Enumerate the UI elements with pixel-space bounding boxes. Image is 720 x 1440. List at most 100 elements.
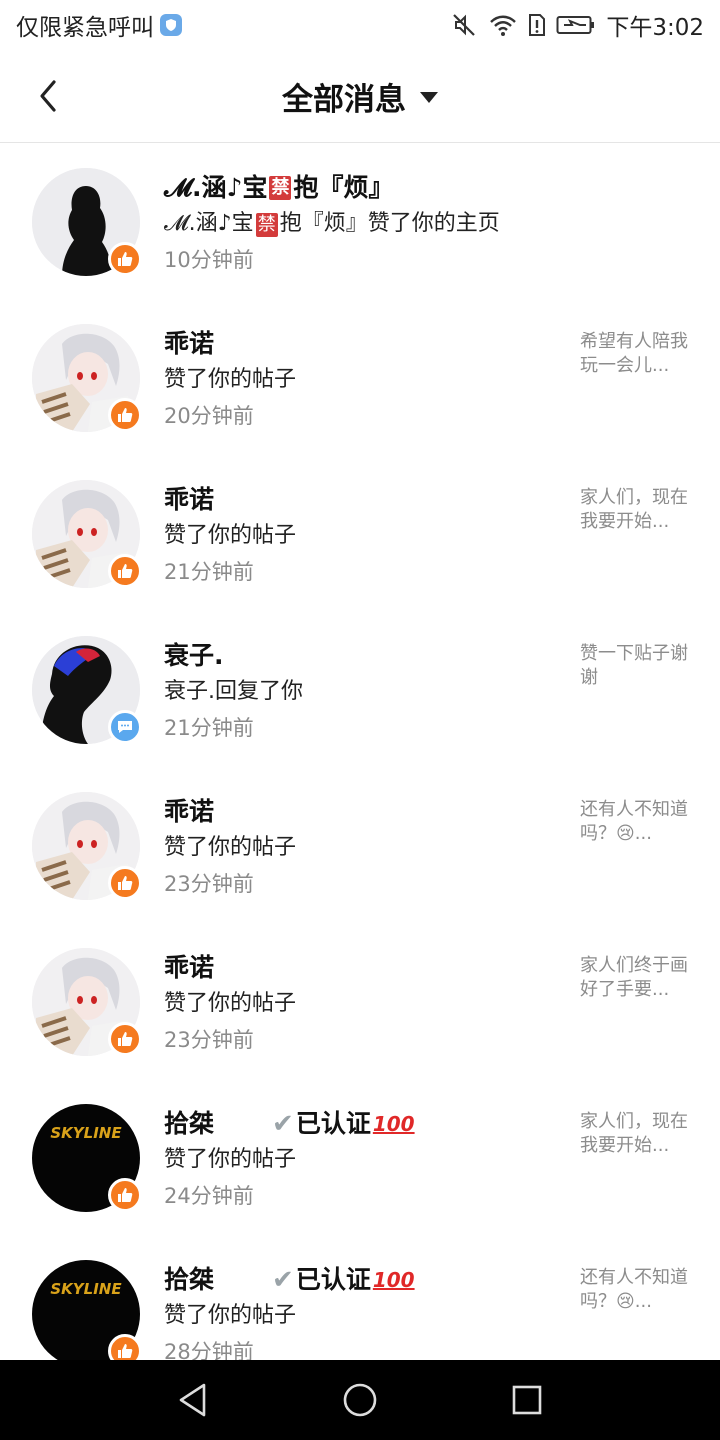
message-item[interactable]: 乖诺 赞了你的帖子 21分钟前 家人们，现在我要开始... — [0, 456, 720, 612]
nav-recents-button[interactable] — [497, 1370, 557, 1430]
hundred-points-icon: 100 — [372, 1268, 415, 1292]
like-badge — [108, 554, 142, 588]
nav-home-button[interactable] — [330, 1370, 390, 1430]
like-icon — [118, 252, 133, 266]
message-item[interactable]: 衰子. 衰子.回复了你 21分钟前 赞一下贴子谢谢 — [0, 612, 720, 768]
svg-text:SKYLINE: SKYLINE — [50, 1280, 122, 1298]
message-time: 21分钟前 — [164, 716, 254, 740]
page-title: 全部消息 — [282, 81, 406, 118]
like-badge — [108, 1178, 142, 1212]
message-time: 23分钟前 — [164, 1028, 254, 1052]
message-filter-dropdown[interactable]: 全部消息 — [0, 76, 720, 118]
sender-name[interactable]: 拾桀 ✔ 已认证 100 — [164, 1262, 564, 1298]
message-action: 赞了你的帖子 — [164, 367, 297, 392]
sender-name[interactable]: 𝓜.涵♪宝禁抱『烦』 — [164, 170, 564, 206]
navigation-bar — [0, 1360, 720, 1440]
avatar[interactable] — [32, 480, 142, 588]
post-preview[interactable]: 还有人不知道吗？😢... — [580, 1266, 690, 1314]
sender-name[interactable]: 乖诺 — [164, 326, 564, 362]
message-list[interactable]: 𝓜.涵♪宝禁抱『烦』 𝓜.涵♪宝禁抱『烦』赞了你的主页 10分钟前 乖诺 赞了你… — [0, 144, 720, 1360]
emergency-only-text: 仅限紧急呼叫 — [16, 15, 154, 41]
message-item[interactable]: 𝓜.涵♪宝禁抱『烦』 𝓜.涵♪宝禁抱『烦』赞了你的主页 10分钟前 — [0, 144, 720, 300]
shield-icon — [160, 14, 182, 36]
recents-square-icon — [512, 1385, 541, 1415]
like-badge — [108, 866, 142, 900]
status-left: 仅限紧急呼叫 — [16, 8, 182, 42]
post-preview[interactable]: 还有人不知道吗？😢... — [580, 798, 690, 846]
avatar[interactable] — [32, 168, 142, 276]
message-text: 乖诺 赞了你的帖子 23分钟前 — [164, 950, 564, 1058]
message-text: 𝓜.涵♪宝禁抱『烦』 𝓜.涵♪宝禁抱『烦』赞了你的主页 10分钟前 — [164, 170, 564, 278]
like-icon — [118, 408, 133, 422]
like-badge — [108, 242, 142, 276]
message-item[interactable]: SKYLINE 拾桀 ✔ 已认证 100 赞了你的帖子 24分钟前 家人们，现在 — [0, 1080, 720, 1236]
sender-name[interactable]: 拾桀 ✔ 已认证 100 — [164, 1106, 564, 1142]
message-time: 21分钟前 — [164, 560, 254, 584]
battery-charging-icon — [556, 16, 595, 34]
caret-down-icon — [420, 91, 438, 103]
mute-icon — [453, 14, 476, 36]
message-item[interactable]: 乖诺 赞了你的帖子 23分钟前 还有人不知道吗？😢... — [0, 768, 720, 924]
message-time: 10分钟前 — [164, 248, 254, 272]
back-triangle-icon — [180, 1383, 206, 1417]
message-time: 23分钟前 — [164, 872, 254, 896]
message-time: 28分钟前 — [164, 1340, 254, 1360]
check-icon: ✔ — [272, 1265, 294, 1295]
clock: 下午3:02 — [606, 15, 704, 41]
post-preview[interactable]: 希望有人陪我玩一会儿... — [580, 330, 690, 378]
svg-text:SKYLINE: SKYLINE — [50, 1124, 122, 1142]
avatar[interactable] — [32, 792, 142, 900]
wifi-icon — [490, 15, 517, 36]
like-icon — [118, 564, 133, 578]
message-text: 衰子. 衰子.回复了你 21分钟前 — [164, 638, 564, 746]
avatar[interactable] — [32, 324, 142, 432]
ban-emoji: 禁 — [255, 213, 278, 237]
sim-alert-icon — [529, 14, 546, 36]
comment-badge — [108, 710, 142, 744]
like-icon — [118, 1032, 133, 1046]
like-badge — [108, 1022, 142, 1056]
ban-emoji: 禁 — [269, 176, 292, 200]
nav-back-button[interactable] — [163, 1370, 223, 1430]
message-action: 衰子.回复了你 — [164, 679, 303, 704]
message-action: 赞了你的帖子 — [164, 1303, 297, 1328]
sender-name[interactable]: 乖诺 — [164, 482, 564, 518]
avatar[interactable] — [32, 636, 142, 744]
hundred-points-icon: 100 — [372, 1112, 415, 1136]
message-item[interactable]: SKYLINE 拾桀 ✔ 已认证 100 赞了你的帖子 28分钟前 还有人不知道 — [0, 1236, 720, 1360]
avatar[interactable]: SKYLINE — [32, 1260, 142, 1360]
like-badge — [108, 1334, 142, 1360]
post-preview[interactable]: 家人们，现在我要开始... — [580, 486, 690, 534]
message-text: 拾桀 ✔ 已认证 100 赞了你的帖子 24分钟前 — [164, 1106, 564, 1214]
message-action: 赞了你的帖子 — [164, 523, 297, 548]
post-preview[interactable]: 家人们终于画好了手要... — [580, 954, 690, 1002]
avatar[interactable] — [32, 948, 142, 1056]
check-icon: ✔ — [272, 1109, 294, 1139]
message-action: 赞了你的帖子 — [164, 1147, 297, 1172]
verified-badge: ✔ 已认证 100 — [272, 1106, 415, 1142]
sender-name[interactable]: 乖诺 — [164, 794, 564, 830]
like-icon — [118, 876, 133, 890]
message-action: 赞了你的帖子 — [164, 835, 297, 860]
message-text: 乖诺 赞了你的帖子 21分钟前 — [164, 482, 564, 590]
comment-icon — [118, 721, 132, 733]
sender-name[interactable]: 衰子. — [164, 638, 564, 674]
like-badge — [108, 398, 142, 432]
message-item[interactable]: 乖诺 赞了你的帖子 23分钟前 家人们终于画好了手要... — [0, 924, 720, 1080]
post-preview[interactable]: 家人们，现在我要开始... — [580, 1110, 690, 1158]
status-bar: 仅限紧急呼叫 下午3:02 — [0, 0, 720, 50]
post-preview[interactable]: 赞一下贴子谢谢 — [580, 642, 690, 690]
like-icon — [118, 1188, 133, 1202]
like-icon — [118, 1344, 133, 1358]
verified-badge: ✔ 已认证 100 — [272, 1262, 415, 1298]
sender-name[interactable]: 乖诺 — [164, 950, 564, 986]
home-circle-icon — [343, 1383, 377, 1417]
message-item[interactable]: 乖诺 赞了你的帖子 20分钟前 希望有人陪我玩一会儿... — [0, 300, 720, 456]
message-action: 赞了你的帖子 — [164, 991, 297, 1016]
message-text: 拾桀 ✔ 已认证 100 赞了你的帖子 28分钟前 — [164, 1262, 564, 1360]
avatar[interactable]: SKYLINE — [32, 1104, 142, 1212]
header: 全部消息 — [0, 50, 720, 143]
message-time: 24分钟前 — [164, 1184, 254, 1208]
message-text: 乖诺 赞了你的帖子 23分钟前 — [164, 794, 564, 902]
message-text: 乖诺 赞了你的帖子 20分钟前 — [164, 326, 564, 434]
